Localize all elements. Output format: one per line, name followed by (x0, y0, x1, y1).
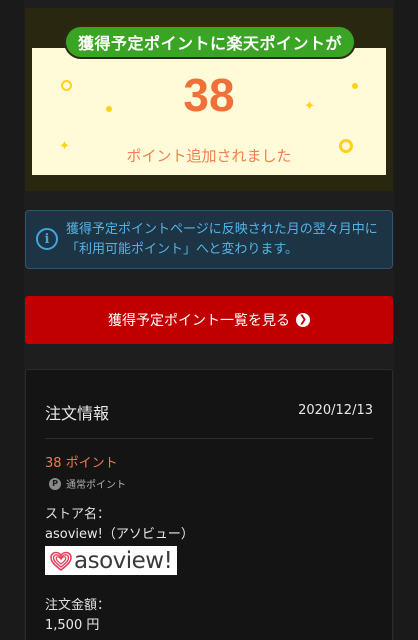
page-margin-right (394, 0, 418, 640)
points-earned: 38 ポイント (45, 456, 118, 471)
points-amount: 38 (183, 69, 235, 121)
info-message: 獲得予定ポイントページに反映された月の翌々月中に「利用可能ポイント」へと変わりま… (66, 222, 378, 257)
order-amount-value: 1,500 円 (45, 618, 100, 633)
store-name-value: asoview!（アソビュー） (45, 527, 194, 542)
chevron-right-circle-icon: ❯ (296, 313, 310, 327)
points-card: ✦ ✦ 38 ポイント追加されました (32, 48, 386, 175)
store-logo-text: asoview! (74, 547, 173, 574)
info-icon: i (36, 228, 58, 250)
main-content: ✦ ✦ 38 ポイント追加されました 獲得予定ポイントに楽天ポイントが i 獲得… (24, 0, 394, 640)
store-logo: asoview! (45, 546, 177, 575)
view-points-list-button[interactable]: 獲得予定ポイント一覧を見る ❯ (25, 296, 393, 344)
store-name-label: ストア名： (45, 507, 111, 522)
order-info-card: 注文情報 2020/12/13 38 ポイント P 通常ポイント ストア名： a… (25, 369, 393, 640)
points-banner: ✦ ✦ 38 ポイント追加されました 獲得予定ポイントに楽天ポイントが (25, 8, 393, 191)
point-type-label: 通常ポイント (66, 480, 126, 491)
point-type: P 通常ポイント (49, 476, 126, 491)
divider (45, 438, 373, 439)
point-p-icon: P (49, 477, 61, 490)
view-points-list-label: 獲得予定ポイント一覧を見る (108, 313, 290, 329)
order-info-title: 注文情報 (45, 404, 110, 423)
page-margin-left (0, 0, 24, 640)
order-date: 2020/12/13 (298, 403, 373, 418)
banner-headline: 獲得予定ポイントに楽天ポイントが (66, 27, 354, 57)
points-caption: ポイント追加されました (126, 147, 292, 165)
heart-logo-icon (50, 551, 72, 571)
order-amount-label: 注文金額： (45, 598, 111, 613)
info-notice: i 獲得予定ポイントページに反映された月の翌々月中に「利用可能ポイント」へと変わ… (25, 210, 393, 269)
